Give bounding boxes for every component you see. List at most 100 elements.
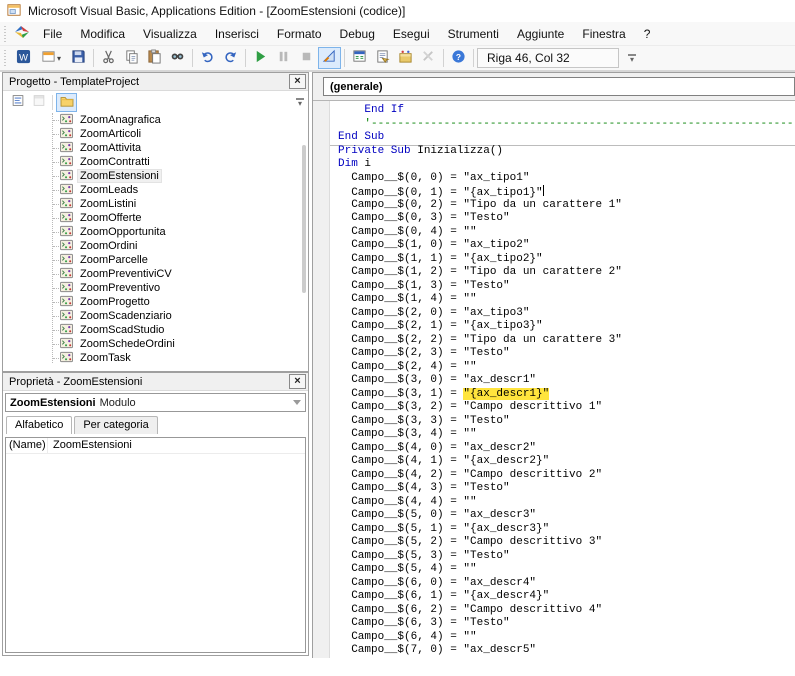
code-editor-text[interactable]: End If '--------------------------------… <box>330 101 795 658</box>
reset-button[interactable] <box>295 47 318 69</box>
properties-close-button[interactable]: × <box>289 374 306 389</box>
tree-item-zoomordini[interactable]: ZoomOrdini <box>3 239 308 253</box>
project-explorer-button[interactable] <box>348 47 371 69</box>
menu-finestra[interactable]: Finestra <box>573 24 634 44</box>
run-button[interactable] <box>249 47 272 69</box>
find-button[interactable] <box>166 47 189 69</box>
code-line[interactable]: Campo__$(5, 4) = "" <box>338 563 795 577</box>
code-line[interactable]: Campo__$(3, 3) = "Testo" <box>338 415 795 429</box>
object-dropdown[interactable]: (generale) <box>323 77 795 96</box>
code-line[interactable]: Campo__$(7, 0) = "ax_descr5" <box>338 644 795 658</box>
project-close-button[interactable]: × <box>289 74 306 89</box>
code-line[interactable]: Campo__$(6, 4) = "" <box>338 631 795 645</box>
code-margin-indicator-bar[interactable] <box>313 101 330 658</box>
properties-window-button[interactable] <box>371 47 394 69</box>
toggle-folders-button[interactable] <box>56 93 77 112</box>
code-line[interactable]: Campo__$(3, 1) = "{ax_descr1}" <box>338 388 795 402</box>
view-object-button[interactable] <box>28 93 49 112</box>
code-line[interactable]: Campo__$(0, 0) = "ax_tipo1" <box>338 172 795 186</box>
code-line[interactable]: Campo__$(1, 3) = "Testo" <box>338 280 795 294</box>
code-line[interactable]: Campo__$(0, 1) = "{ax_tipo1}" <box>338 185 795 199</box>
menu-[interactable]: ? <box>635 24 660 44</box>
tree-item-zoomanagrafica[interactable]: ZoomAnagrafica <box>3 113 308 127</box>
code-line[interactable]: End Sub <box>338 131 795 145</box>
tree-item-zoomofferte[interactable]: ZoomOfferte <box>3 211 308 225</box>
code-line[interactable]: Campo__$(1, 2) = "Tipo da un carattere 2… <box>338 266 795 280</box>
menu-esegui[interactable]: Esegui <box>384 24 439 44</box>
code-line[interactable]: Campo__$(3, 4) = "" <box>338 428 795 442</box>
tree-item-zoomtask[interactable]: ZoomTask <box>3 351 308 365</box>
design-mode-button[interactable] <box>318 47 341 69</box>
menu-debug[interactable]: Debug <box>331 24 384 44</box>
code-line[interactable]: Campo__$(1, 4) = "" <box>338 293 795 307</box>
paste-button[interactable] <box>143 47 166 69</box>
code-line[interactable]: Campo__$(6, 2) = "Campo descrittivo 4" <box>338 604 795 618</box>
code-line[interactable]: Campo__$(1, 1) = "{ax_tipo2}" <box>338 253 795 267</box>
code-line[interactable]: Campo__$(3, 2) = "Campo descrittivo 1" <box>338 401 795 415</box>
code-line[interactable]: End If <box>338 104 795 118</box>
code-line[interactable]: Campo__$(4, 0) = "ax_descr2" <box>338 442 795 456</box>
tree-item-zoomattivita[interactable]: ZoomAttivita <box>3 141 308 155</box>
code-line[interactable]: '---------------------------------------… <box>338 118 795 132</box>
menu-visualizza[interactable]: Visualizza <box>134 24 206 44</box>
code-line[interactable]: Campo__$(2, 2) = "Tipo da un carattere 3… <box>338 334 795 348</box>
tree-item-zoomschedeordini[interactable]: ZoomSchedeOrdini <box>3 337 308 351</box>
toolbar-overflow-button[interactable]: ▾ <box>625 48 639 68</box>
code-line[interactable]: Campo__$(6, 0) = "ax_descr4" <box>338 577 795 591</box>
tree-item-zoompreventivicv[interactable]: ZoomPreventiviCV <box>3 267 308 281</box>
code-line[interactable]: Campo__$(2, 1) = "{ax_tipo3}" <box>338 320 795 334</box>
menu-inserisci[interactable]: Inserisci <box>206 24 268 44</box>
object-browser-button[interactable] <box>394 47 417 69</box>
tree-item-zoomleads[interactable]: ZoomLeads <box>3 183 308 197</box>
copy-button[interactable] <box>120 47 143 69</box>
code-line[interactable]: Campo__$(2, 0) = "ax_tipo3" <box>338 307 795 321</box>
tree-item-zoompreventivo[interactable]: ZoomPreventivo <box>3 281 308 295</box>
code-line[interactable]: Campo__$(2, 3) = "Testo" <box>338 347 795 361</box>
menu-modifica[interactable]: Modifica <box>71 24 134 44</box>
tree-item-zoomarticoli[interactable]: ZoomArticoli <box>3 127 308 141</box>
code-line[interactable]: Campo__$(5, 1) = "{ax_descr3}" <box>338 523 795 537</box>
property-value-cell[interactable]: ZoomEstensioni <box>48 438 305 453</box>
tree-item-zoomscadenziario[interactable]: ZoomScadenziario <box>3 309 308 323</box>
code-line[interactable]: Private Sub Inizializza() <box>338 145 795 159</box>
insert-userform-button[interactable]: ▾ <box>35 47 67 69</box>
redo-button[interactable] <box>219 47 242 69</box>
code-line[interactable]: Campo__$(3, 0) = "ax_descr1" <box>338 374 795 388</box>
tree-item-zoomestensioni[interactable]: ZoomEstensioni <box>3 169 308 183</box>
code-line[interactable]: Campo__$(5, 0) = "ax_descr3" <box>338 509 795 523</box>
menu-file[interactable]: File <box>34 24 71 44</box>
code-line[interactable]: Campo__$(0, 4) = "" <box>338 226 795 240</box>
tree-item-zoomprogetto[interactable]: ZoomProgetto <box>3 295 308 309</box>
undo-button[interactable] <box>196 47 219 69</box>
view-microsoft-word-button[interactable]: W <box>12 47 35 69</box>
code-line[interactable]: Campo__$(4, 1) = "{ax_descr2}" <box>338 455 795 469</box>
tree-item-zoomlistini[interactable]: ZoomListini <box>3 197 308 211</box>
menu-strumenti[interactable]: Strumenti <box>439 24 508 44</box>
cut-button[interactable] <box>97 47 120 69</box>
code-line[interactable]: Campo__$(0, 3) = "Testo" <box>338 212 795 226</box>
code-line[interactable]: Campo__$(0, 2) = "Tipo da un carattere 1… <box>338 199 795 213</box>
properties-object-selector[interactable]: ZoomEstensioni Modulo <box>5 393 306 412</box>
save-button[interactable] <box>67 47 90 69</box>
code-line[interactable]: Campo__$(4, 4) = "" <box>338 496 795 510</box>
tab-alfabetico[interactable]: Alfabetico <box>6 416 72 434</box>
tree-item-zoomparcelle[interactable]: ZoomParcelle <box>3 253 308 267</box>
tree-item-zoomopportunita[interactable]: ZoomOpportunita <box>3 225 308 239</box>
project-toolbar-overflow-button[interactable]: ▾ <box>293 92 307 112</box>
view-code-button[interactable] <box>7 93 28 112</box>
menu-formato[interactable]: Formato <box>268 24 331 44</box>
break-button[interactable] <box>272 47 295 69</box>
code-line[interactable]: Campo__$(2, 4) = "" <box>338 361 795 375</box>
code-line[interactable]: Dim i <box>338 158 795 172</box>
tab-per-categoria[interactable]: Per categoria <box>74 416 157 434</box>
tree-item-zoomcontratti[interactable]: ZoomContratti <box>3 155 308 169</box>
code-line[interactable]: Campo__$(1, 0) = "ax_tipo2" <box>338 239 795 253</box>
code-line[interactable]: Campo__$(6, 3) = "Testo" <box>338 617 795 631</box>
help-button[interactable]: ? <box>447 47 470 69</box>
code-line[interactable]: Campo__$(5, 2) = "Campo descrittivo 3" <box>338 536 795 550</box>
code-line[interactable]: Campo__$(4, 3) = "Testo" <box>338 482 795 496</box>
project-tree-scrollbar[interactable] <box>302 145 306 293</box>
code-line[interactable]: Campo__$(5, 3) = "Testo" <box>338 550 795 564</box>
code-line[interactable]: Campo__$(6, 1) = "{ax_descr4}" <box>338 590 795 604</box>
tree-item-zoomscadstudio[interactable]: ZoomScadStudio <box>3 323 308 337</box>
